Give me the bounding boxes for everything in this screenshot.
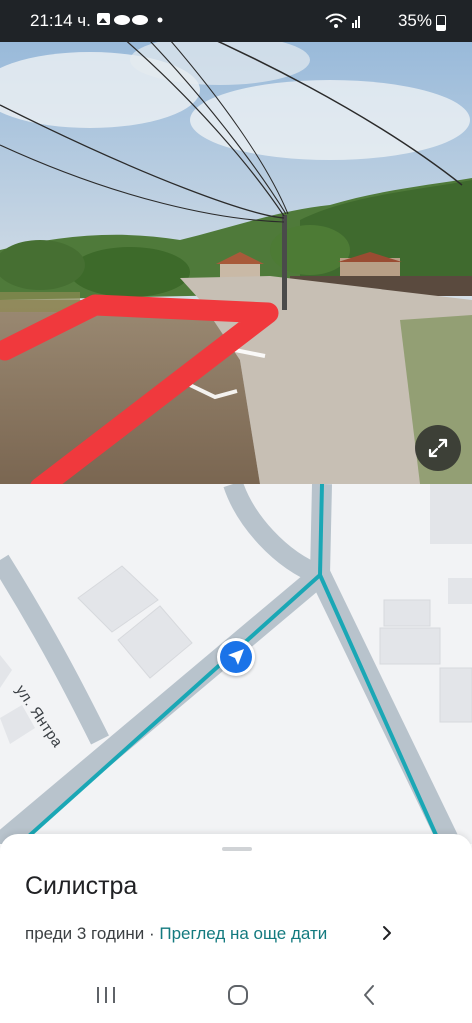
home-icon	[228, 985, 248, 1005]
recents-icon	[97, 987, 115, 1003]
notification-icon	[97, 13, 163, 25]
battery-level: 35%	[397, 11, 432, 30]
expand-button[interactable]	[415, 425, 461, 471]
location-marker-fill	[220, 641, 252, 673]
back-button[interactable]	[355, 980, 385, 1010]
recents-button[interactable]	[91, 980, 121, 1010]
more-dates-link[interactable]: Преглед на още дати	[159, 924, 327, 943]
separator: ·	[144, 924, 160, 943]
drag-handle[interactable]	[222, 847, 252, 851]
back-icon	[364, 985, 374, 1005]
wifi-signal-icon	[324, 13, 362, 34]
notification-icons	[96, 11, 164, 34]
expand-icon	[428, 438, 448, 458]
status-bar: 21:14 ч. 35%	[0, 0, 472, 42]
system-nav-bar	[0, 962, 472, 1023]
imagery-age: преди 3 години	[25, 924, 145, 943]
street-view-image	[0, 0, 472, 484]
battery-icon	[436, 15, 446, 31]
street-view-panorama[interactable]	[0, 0, 472, 484]
place-title: Силистра	[25, 872, 138, 900]
location-marker[interactable]	[217, 638, 255, 676]
home-button[interactable]	[223, 980, 253, 1010]
imagery-date-line: преди 3 години · Преглед на още дати	[25, 924, 327, 944]
status-time: 21:14 ч.	[30, 11, 91, 30]
navigation-arrow-icon	[228, 649, 244, 665]
chevron-right-icon[interactable]	[380, 922, 394, 944]
